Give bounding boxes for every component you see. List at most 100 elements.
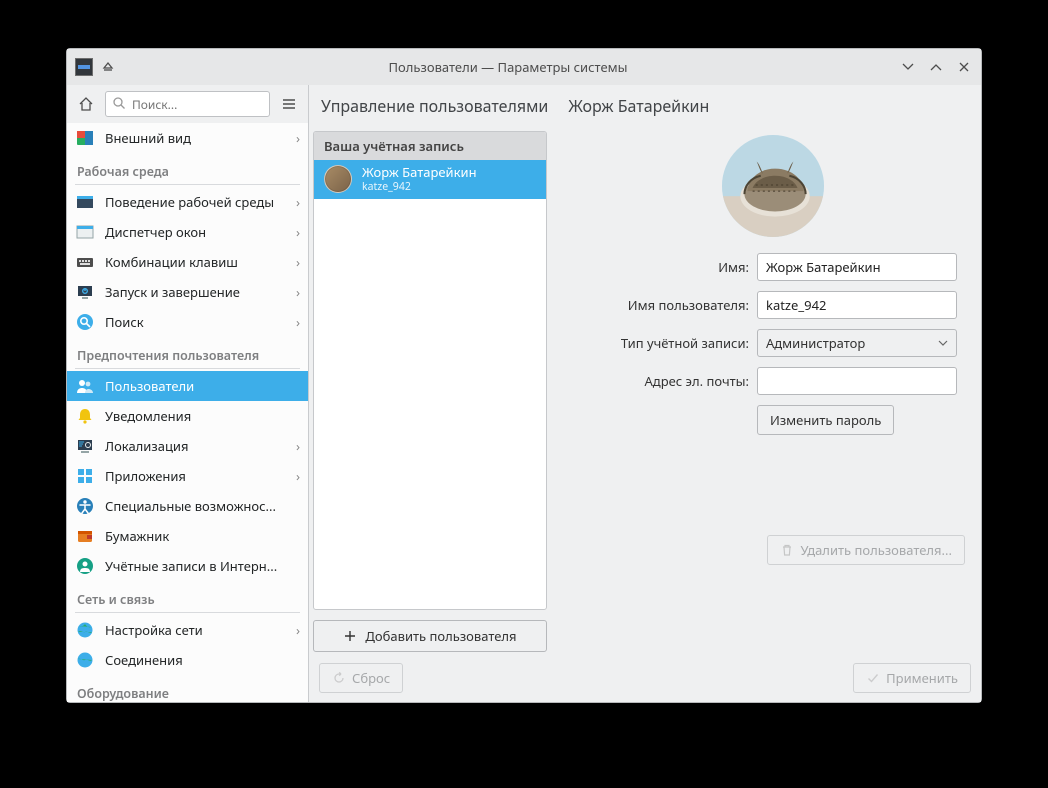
close-button[interactable]	[955, 58, 973, 76]
system-settings-window: Пользователи — Параметры системы	[66, 48, 982, 703]
keep-above-icon[interactable]	[99, 58, 117, 76]
sidebar-item-regional[interactable]: Локализация ›	[67, 431, 308, 461]
app-icon	[75, 58, 93, 76]
chevron-right-icon: ›	[296, 621, 300, 639]
chevron-right-icon: ›	[296, 193, 300, 211]
delete-user-button: Удалить пользователя...	[767, 535, 965, 565]
sidebar-item-appearance[interactable]: Внешний вид ›	[67, 123, 308, 153]
users-icon	[75, 376, 95, 396]
sidebar: Внешний вид › Рабочая среда Поведение ра…	[67, 85, 309, 702]
sidebar-item-shortcuts[interactable]: Комбинации клавиш ›	[67, 247, 308, 277]
reset-button: Сброс	[319, 663, 403, 693]
sidebar-item-startup[interactable]: Запуск и завершение ›	[67, 277, 308, 307]
sidebar-item-window-management[interactable]: Диспетчер окон ›	[67, 217, 308, 247]
windows-icon	[75, 222, 95, 242]
search-icon	[112, 96, 126, 110]
sidebar-item-notifications[interactable]: Уведомления	[67, 401, 308, 431]
chevron-right-icon: ›	[296, 223, 300, 241]
sidebar-item-wallet[interactable]: Бумажник	[67, 521, 308, 551]
sidebar-item-accessibility[interactable]: Специальные возможнос...	[67, 491, 308, 521]
apps-icon	[75, 466, 95, 486]
chevron-right-icon: ›	[296, 467, 300, 485]
email-label: Адрес эл. почты:	[589, 372, 749, 390]
user-display-name: Жорж Батарейкин	[362, 165, 477, 180]
delete-user-label: Удалить пользователя...	[800, 541, 952, 559]
search-input[interactable]	[105, 91, 270, 117]
globe-icon	[75, 620, 95, 640]
minimize-button[interactable]	[899, 58, 917, 76]
sidebar-item-label: Запуск и завершение	[105, 283, 286, 301]
check-icon	[866, 671, 880, 685]
keyboard-icon	[75, 252, 95, 272]
apply-label: Применить	[886, 669, 958, 687]
category-network: Сеть и связь	[67, 581, 308, 610]
sidebar-item-network-settings[interactable]: Настройка сети ›	[67, 615, 308, 645]
chevron-down-icon	[938, 338, 948, 348]
hamburger-button[interactable]	[276, 91, 302, 117]
sidebar-item-label: Уведомления	[105, 407, 300, 425]
sidebar-item-connections[interactable]: Соединения	[67, 645, 308, 675]
name-label: Имя:	[589, 258, 749, 276]
avatar-thumb	[324, 165, 352, 193]
main-pane: Управление пользователями Жорж Батарейки…	[309, 85, 981, 702]
sidebar-item-online-accounts[interactable]: Учётные записи в Интерн...	[67, 551, 308, 581]
maximize-button[interactable]	[927, 58, 945, 76]
sidebar-item-applications[interactable]: Приложения ›	[67, 461, 308, 491]
apply-button: Применить	[853, 663, 971, 693]
appearance-icon	[75, 128, 95, 148]
connections-icon	[75, 650, 95, 670]
sidebar-item-users[interactable]: Пользователи	[67, 371, 308, 401]
breadcrumb-root[interactable]: Управление пользователями	[321, 95, 548, 117]
wallet-icon	[75, 526, 95, 546]
user-list: Ваша учётная запись Жорж Батарейкин katz…	[313, 131, 547, 610]
footer: Сброс Применить	[309, 652, 981, 702]
category-hardware: Оборудование	[67, 675, 308, 702]
bell-icon	[75, 406, 95, 426]
account-type-select[interactable]: Администратор	[757, 329, 957, 357]
chevron-right-icon: ›	[296, 283, 300, 301]
sidebar-item-label: Поиск	[105, 313, 286, 331]
sidebar-item-label: Внешний вид	[105, 129, 286, 147]
sidebar-item-label: Приложения	[105, 467, 286, 485]
sidebar-item-label: Бумажник	[105, 527, 300, 545]
user-login-name: katze_942	[362, 180, 477, 194]
category-userpref: Предпочтения пользователя	[67, 337, 308, 366]
startup-icon	[75, 282, 95, 302]
chevron-right-icon: ›	[296, 129, 300, 147]
trash-icon	[780, 543, 794, 557]
sidebar-item-label: Пользователи	[105, 377, 300, 395]
username-field[interactable]	[757, 291, 957, 319]
undo-icon	[332, 671, 346, 685]
window-title: Пользователи — Параметры системы	[117, 58, 899, 76]
sidebar-item-label: Настройка сети	[105, 621, 286, 639]
name-field[interactable]	[757, 253, 957, 281]
avatar-image	[722, 135, 824, 237]
reset-label: Сброс	[352, 669, 390, 687]
breadcrumb: Управление пользователями Жорж Батарейки…	[309, 85, 981, 127]
sidebar-item-label: Поведение рабочей среды	[105, 193, 286, 211]
titlebar: Пользователи — Параметры системы	[67, 49, 981, 85]
sidebar-item-label: Учётные записи в Интерн...	[105, 557, 300, 575]
sidebar-item-workspace-behaviour[interactable]: Поведение рабочей среды ›	[67, 187, 308, 217]
add-user-button[interactable]: Добавить пользователя	[313, 620, 547, 652]
home-icon	[77, 95, 95, 113]
sidebar-item-search[interactable]: Поиск ›	[67, 307, 308, 337]
breadcrumb-current[interactable]: Жорж Батарейкин	[568, 95, 709, 117]
chevron-right-icon: ›	[296, 253, 300, 271]
user-list-item[interactable]: Жорж Батарейкин katze_942	[314, 160, 546, 199]
plus-icon	[343, 629, 357, 643]
user-list-header: Ваша учётная запись	[314, 132, 546, 160]
email-field[interactable]	[757, 367, 957, 395]
chevron-right-icon: ›	[296, 313, 300, 331]
account-type-label: Тип учётной записи:	[589, 334, 749, 352]
sidebar-item-label: Комбинации клавиш	[105, 253, 286, 271]
sidebar-item-label: Диспетчер окон	[105, 223, 286, 241]
workspace-icon	[75, 192, 95, 212]
sidebar-item-label: Специальные возможнос...	[105, 497, 300, 515]
add-user-label: Добавить пользователя	[365, 627, 516, 645]
online-accounts-icon	[75, 556, 95, 576]
home-button[interactable]	[73, 91, 99, 117]
change-password-button[interactable]: Изменить пароль	[757, 405, 894, 435]
sidebar-item-label: Соединения	[105, 651, 300, 669]
avatar[interactable]	[722, 135, 824, 237]
